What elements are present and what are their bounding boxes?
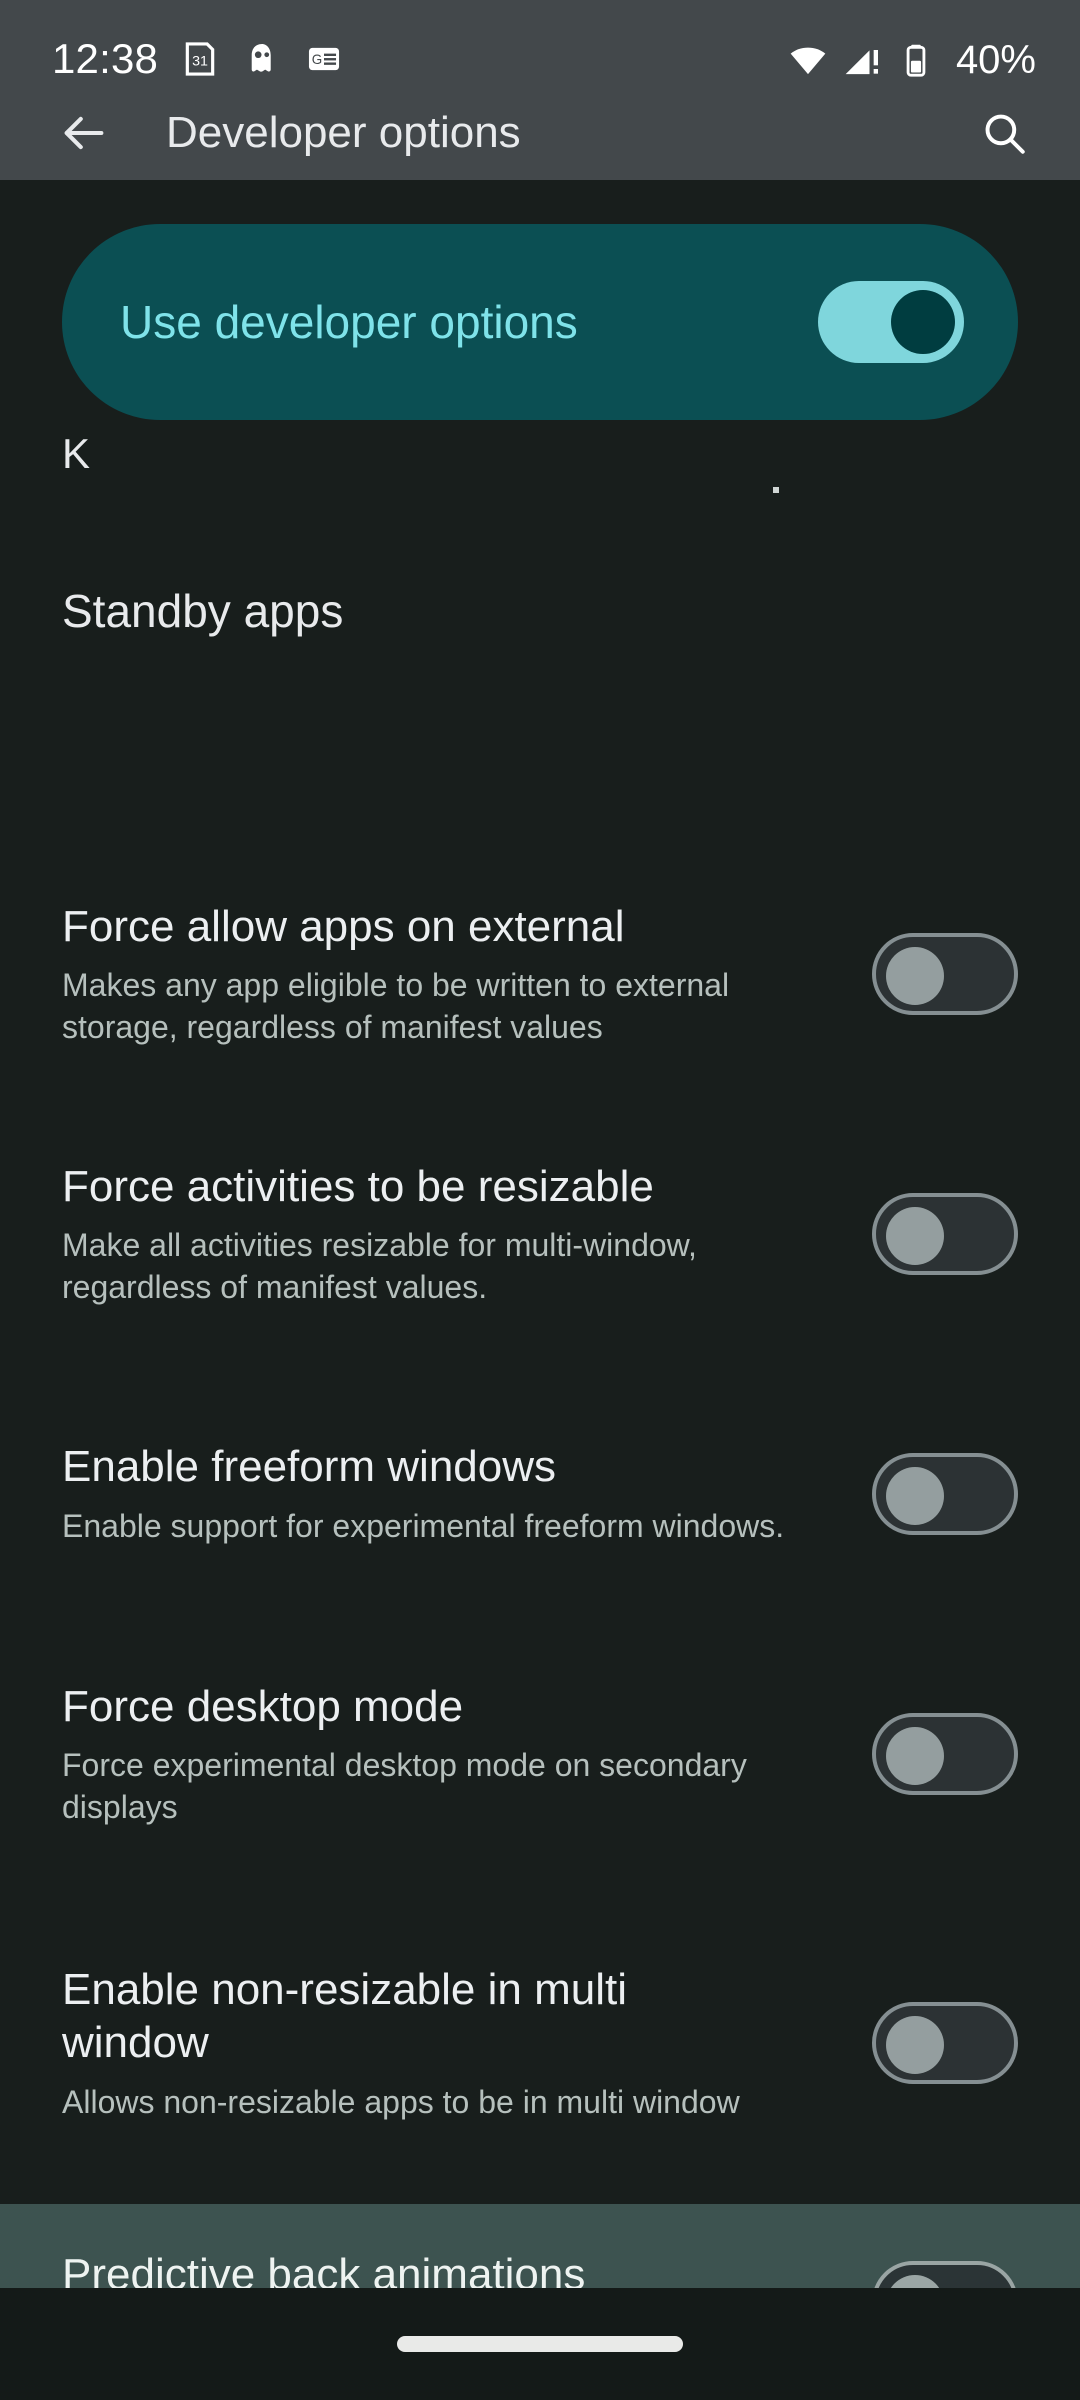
news-feed-icon: G [304, 39, 344, 79]
use-developer-options-label: Use developer options [120, 296, 578, 348]
setting-title: Enable freeform windows [62, 1442, 557, 1492]
setting-subtitle: Make all activities resizable for multi-… [62, 1227, 697, 1305]
status-bar-right: 40% [788, 38, 1036, 80]
setting-subtitle: Force experimental desktop mode on secon… [62, 1747, 747, 1825]
search-button[interactable] [968, 97, 1040, 169]
home-gesture-pill[interactable] [397, 2336, 683, 2352]
page-title: Developer options [166, 108, 521, 157]
setting-subtitle: Makes any app eligible to be written to … [62, 967, 730, 1045]
back-arrow-icon [64, 116, 104, 150]
switch-knob [886, 2016, 944, 2074]
use-developer-options-switch[interactable] [818, 281, 964, 363]
app-bar: Developer options [0, 86, 1080, 180]
use-developer-options-card[interactable]: Use developer options [62, 224, 1018, 420]
cellular-signal-warning-icon [842, 40, 882, 80]
setting-switch[interactable] [872, 2002, 1018, 2084]
section-header-standby-apps: Standby apps [62, 585, 344, 637]
back-button[interactable] [48, 97, 120, 169]
setting-switch[interactable] [872, 933, 1018, 1015]
setting-title: Enable non-resizable in multi window [62, 1964, 627, 2068]
svg-text:G: G [312, 52, 322, 67]
ghost-app-icon [242, 39, 282, 79]
switch-knob [886, 947, 944, 1005]
setting-row-text: Force allow apps on external Makes any a… [62, 900, 872, 1049]
setting-switch[interactable] [872, 1713, 1018, 1795]
wifi-icon [788, 40, 828, 80]
switch-knob [891, 290, 955, 354]
setting-row-enable-non-resizable-in-multi-window[interactable]: Enable non-resizable in multi window All… [0, 1920, 1080, 2166]
search-icon [985, 114, 1025, 154]
setting-switch[interactable] [872, 1453, 1018, 1535]
setting-subtitle: Allows non-resizable apps to be in multi… [62, 2083, 740, 2120]
switch-knob [886, 1727, 944, 1785]
setting-row-force-activities-to-be-resizable[interactable]: Force activities to be resizable Make al… [0, 1140, 1080, 1328]
battery-percent-label: 40% [955, 38, 1036, 82]
settings-scroll-container[interactable]: K Use developer options Standby apps For… [0, 180, 1080, 2400]
obscured-row-text: K [62, 430, 91, 477]
setting-row-force-desktop-mode[interactable]: Force desktop mode Force experimental de… [0, 1660, 1080, 1848]
switch-knob [886, 1467, 944, 1525]
setting-row-text: Force activities to be resizable Make al… [62, 1160, 872, 1309]
setting-row-text: Enable freeform windows Enable support f… [62, 1440, 872, 1547]
setting-title: Force desktop mode [62, 1681, 464, 1731]
setting-title: Force allow apps on external [62, 901, 625, 951]
obscured-row-marker [773, 487, 779, 493]
status-bar-left: 12:38 31 G [52, 38, 344, 80]
status-bar-clock: 12:38 [52, 35, 159, 82]
setting-row-text: Enable non-resizable in multi window All… [62, 1963, 872, 2124]
switch-knob [886, 1207, 944, 1265]
setting-switch[interactable] [872, 1193, 1018, 1275]
setting-row-force-allow-apps-on-external[interactable]: Force allow apps on external Makes any a… [0, 880, 1080, 1068]
system-navigation-bar [0, 2288, 1080, 2400]
setting-row-text: Force desktop mode Force experimental de… [62, 1680, 872, 1829]
svg-text:31: 31 [192, 53, 208, 69]
battery-icon [896, 40, 936, 80]
setting-title: Force activities to be resizable [62, 1161, 654, 1211]
calendar-31-icon: 31 [180, 39, 220, 79]
setting-subtitle: Enable support for experimental freeform… [62, 1508, 785, 1545]
setting-row-enable-freeform-windows[interactable]: Enable freeform windows Enable support f… [0, 1400, 1080, 1588]
